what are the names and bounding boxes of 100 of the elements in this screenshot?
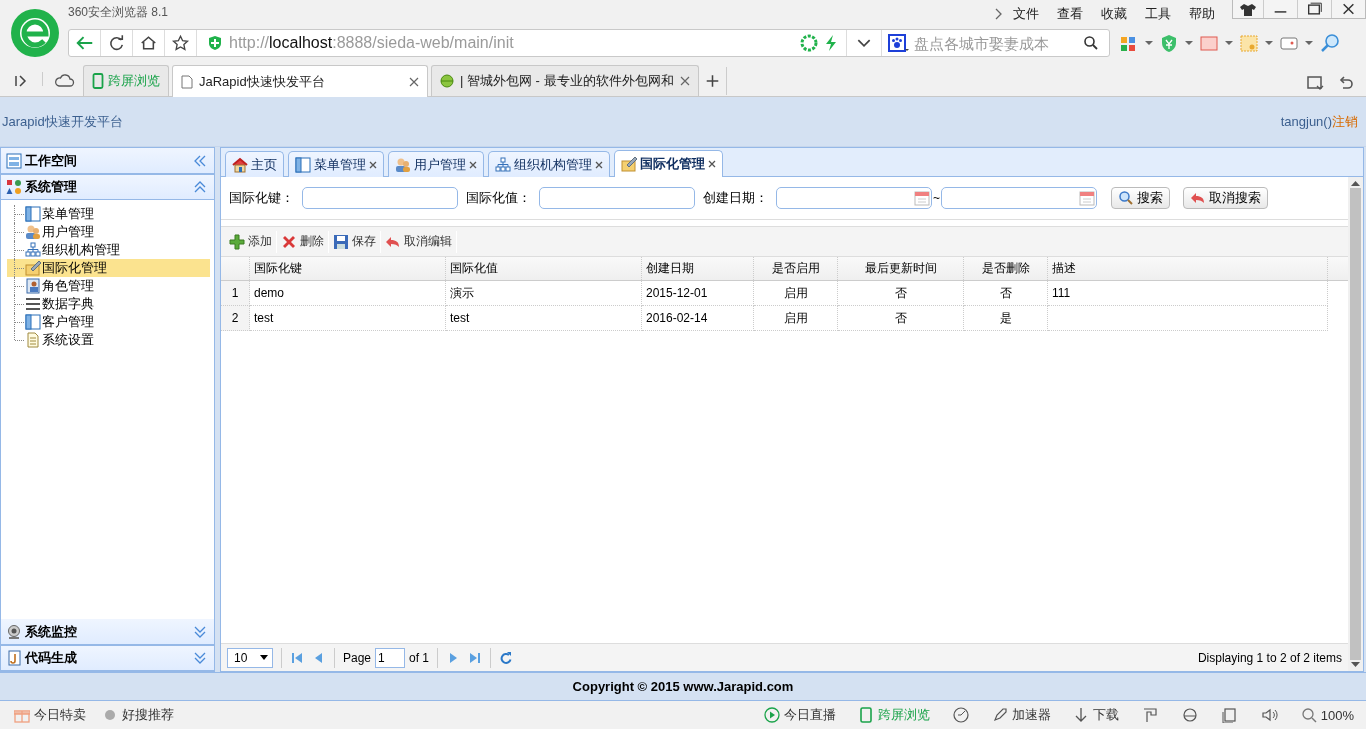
cloud-icon[interactable] [53,72,75,89]
accordion-header[interactable]: 系统监控 [1,619,214,645]
browser-tab[interactable]: | 智城外包网 - 最专业的软件外包网和 [431,65,699,96]
search-field[interactable]: 盘点各城市娶妻成本 [882,34,1109,52]
scroll-thumb[interactable] [1350,188,1361,660]
accordion-header[interactable]: 系统管理 [1,174,214,200]
close-icon[interactable] [679,76,690,86]
search-icon[interactable] [1083,35,1099,51]
toolbar-button[interactable]: 添加 [225,233,276,250]
status-item[interactable]: 今日直播 [763,706,836,724]
caret-down-icon[interactable] [1225,41,1233,45]
browser-tab[interactable]: JaRapid快速快发平台 [172,65,428,97]
pager-info: Displaying 1 to 2 of 2 items [1197,650,1342,665]
tab[interactable]: 主页 [225,151,284,177]
app-title: Jarapid快速开发平台 [1,112,123,131]
toolbar-button[interactable]: 保存 [329,233,380,250]
restore-tabs-icon[interactable] [1306,74,1326,92]
accordion-header[interactable]: 工作空间 [1,148,214,174]
zoom-control[interactable]: 100% [1300,707,1354,723]
shield-icon [207,35,223,51]
address-field[interactable]: http://localhost:8888/sieda-web/main/init [229,34,800,52]
close-icon[interactable] [595,160,603,169]
menu-item[interactable]: 帮助 [1180,5,1224,23]
table-cell: 否 [964,281,1048,306]
table-cell: 2016-02-14 [642,306,754,331]
close-icon[interactable] [469,160,477,169]
tree-item[interactable]: 用户管理 [7,223,210,241]
caret-down-icon[interactable] [1305,41,1313,45]
browser-logo-icon [10,8,60,58]
scroll-down-icon[interactable] [1351,662,1360,667]
refresh-icon[interactable] [499,650,514,665]
speed-dial-icon[interactable] [951,706,970,724]
accordion-header[interactable]: 代码生成 [1,645,214,671]
magnifier-icon[interactable] [1320,33,1340,53]
lines-icon [25,296,41,312]
tree-item[interactable]: 客户管理 [7,313,210,331]
column-header[interactable]: 是否启用 [754,257,838,280]
page-field[interactable]: 1 [375,647,406,668]
caret-down-icon[interactable] [1185,41,1193,45]
tab[interactable]: 国际化管理 [614,150,723,177]
house-icon [232,156,248,173]
notebook-icon [6,650,22,666]
window-icon [25,314,41,330]
menu-item[interactable]: 收藏 [1092,5,1136,23]
scroll-up-icon[interactable] [1351,181,1360,186]
table-cell: 否 [838,306,964,331]
tab[interactable]: 组织机构管理 [488,151,610,177]
speaker-icon[interactable] [1260,707,1279,723]
tree-item[interactable]: 角色管理 [7,277,210,295]
window-icon[interactable] [1220,707,1239,723]
paw-icon[interactable] [888,34,910,52]
page-size-select[interactable]: 10 [227,647,273,668]
status-item[interactable]: 今日特卖 [14,706,86,724]
phone-icon [857,707,874,723]
column-header[interactable]: 国际化值 [446,257,642,280]
first-page-icon[interactable] [290,650,304,665]
chevron-down-icon[interactable] [194,625,206,638]
close-icon[interactable] [708,160,716,168]
close-icon[interactable] [409,76,419,87]
caret-down-icon[interactable] [1145,41,1153,45]
last-page-icon[interactable] [468,650,483,665]
status-item[interactable]: 好搜推荐 [102,706,174,724]
tree-item[interactable]: 组织机构管理 [7,241,210,259]
document-icon [25,332,41,348]
tree-item[interactable]: 系统设置 [7,331,210,349]
tab[interactable]: 用户管理 [388,151,484,177]
range-separator: ~ [933,191,940,205]
speed-icon[interactable] [800,34,818,52]
form-button[interactable]: 取消搜索 [1183,187,1268,209]
toolbar-button[interactable]: 取消编辑 [381,233,456,250]
menu-item[interactable]: 文件 [1004,5,1048,23]
column-header[interactable]: 创建日期 [642,257,754,280]
table-cell: 是 [964,306,1048,331]
tree-item[interactable]: 菜单管理 [7,205,210,223]
scrollbar[interactable] [1348,177,1363,671]
tree-item[interactable]: 数据字典 [7,295,210,313]
key-field[interactable] [302,187,458,209]
chevron-right-icon[interactable] [994,8,1004,20]
gamepad-icon[interactable] [1280,34,1298,52]
column-header[interactable]: 国际化键 [250,257,446,280]
status-item[interactable]: 下载 [1072,706,1119,724]
column-header[interactable]: 最后更新时间 [838,257,964,280]
column-header[interactable]: 描述 [1048,257,1328,280]
column-header[interactable]: 是否删除 [964,257,1048,280]
close-icon[interactable] [369,160,377,169]
tree-item[interactable]: 国际化管理 [7,259,210,277]
apps-icon[interactable] [1120,34,1138,52]
status-item[interactable]: 加速器 [991,706,1051,724]
form-button[interactable]: 搜索 [1111,187,1170,209]
collapse-left-icon[interactable] [194,154,206,167]
value-field[interactable] [539,187,695,209]
tab[interactable]: 菜单管理 [288,151,384,177]
search-icon [1300,707,1317,723]
caret-down-icon[interactable] [1265,41,1273,45]
menu-item[interactable]: 查看 [1048,5,1092,23]
chevron-down-icon[interactable] [194,652,206,664]
menu-item[interactable]: 工具 [1136,5,1180,23]
toolbar-button[interactable]: 删除 [277,233,328,250]
chevron-up-icon[interactable] [194,181,206,193]
users-icon [395,156,411,173]
